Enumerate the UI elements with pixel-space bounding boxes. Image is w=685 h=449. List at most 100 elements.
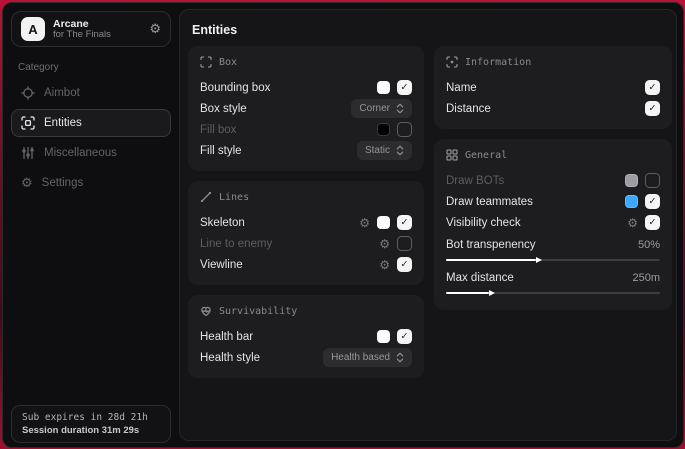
setting-row-skeleton: Skeleton ⚙ <box>200 212 412 233</box>
lines-card-header: Lines <box>200 191 412 203</box>
category-label: Category <box>18 62 179 73</box>
information-card-header: Information <box>446 56 660 68</box>
sidebar-item-settings[interactable]: ⚙ Settings <box>11 169 171 197</box>
color-swatch[interactable] <box>625 174 638 187</box>
sidebar-item-miscellaneous[interactable]: Miscellaneous <box>11 139 171 167</box>
chevrons-up-down-icon <box>396 103 404 114</box>
grid-icon <box>446 149 458 161</box>
checkbox[interactable] <box>645 194 660 209</box>
color-swatch[interactable] <box>377 330 390 343</box>
sidebar-item-entities[interactable]: Entities <box>11 109 171 137</box>
sub-expiry-text: Sub expires in 28d 21h <box>22 412 160 423</box>
app-logo: A <box>21 17 45 41</box>
gear-icon[interactable]: ⚙ <box>149 22 161 37</box>
sidebar: A Arcane for The Finals ⚙ Category Aimbo… <box>3 3 179 447</box>
slider-fill <box>446 292 489 294</box>
setting-label: Fill style <box>200 145 242 157</box>
setting-label: Bounding box <box>200 82 270 94</box>
slider-value: 250m <box>632 272 660 284</box>
gear-icon: ⚙ <box>21 177 33 190</box>
max-distance-setting: Max distance 250m <box>446 267 660 294</box>
card-title: Survivability <box>219 306 297 317</box>
checkbox[interactable] <box>397 122 412 137</box>
app-name: Arcane <box>53 18 111 30</box>
setting-row-line-to-enemy: Line to enemy ⚙ <box>200 233 412 254</box>
checkbox[interactable] <box>645 101 660 116</box>
app-subtitle: for The Finals <box>53 30 111 41</box>
setting-label: Health bar <box>200 331 253 343</box>
checkbox[interactable] <box>645 80 660 95</box>
checkbox[interactable] <box>397 80 412 95</box>
card-title: General <box>465 150 507 161</box>
color-swatch[interactable] <box>377 81 390 94</box>
app-window: A Arcane for The Finals ⚙ Category Aimbo… <box>2 2 684 448</box>
sidebar-item-label: Settings <box>42 177 84 189</box>
checkbox[interactable] <box>397 257 412 272</box>
setting-label: Visibility check <box>446 217 521 229</box>
checkbox[interactable] <box>397 329 412 344</box>
crosshair-icon <box>21 86 35 100</box>
box-corners-icon <box>200 56 212 68</box>
checkbox[interactable] <box>645 215 660 230</box>
line-icon <box>200 191 212 203</box>
setting-label: Viewline <box>200 259 243 271</box>
max-distance-slider[interactable] <box>446 292 660 294</box>
setting-label: Line to enemy <box>200 238 272 250</box>
bot-transparency-slider[interactable] <box>446 259 660 261</box>
checkbox[interactable] <box>397 215 412 230</box>
setting-row-name: Name <box>446 77 660 98</box>
setting-row-draw-teammates: Draw teammates <box>446 191 660 212</box>
setting-label: Max distance <box>446 272 514 284</box>
chevrons-up-down-icon <box>396 352 404 363</box>
page-title: Entities <box>192 23 237 37</box>
main-panel: Entities Box Bounding box <box>179 9 677 441</box>
dropdown-value: Health based <box>331 352 390 363</box>
setting-row-health-bar: Health bar <box>200 326 412 347</box>
chevrons-up-down-icon <box>396 145 404 156</box>
bot-transparency-setting: Bot transpenency 50% <box>446 234 660 261</box>
slider-thumb[interactable] <box>536 257 542 263</box>
sidebar-item-label: Entities <box>44 117 82 129</box>
color-swatch[interactable] <box>625 195 638 208</box>
slider-fill <box>446 259 536 261</box>
general-card-header: General <box>446 149 660 161</box>
box-style-dropdown[interactable]: Corner <box>351 99 412 118</box>
setting-row-distance: Distance <box>446 98 660 119</box>
sidebar-item-aimbot[interactable]: Aimbot <box>11 79 171 107</box>
subscription-info: Sub expires in 28d 21h Session duration … <box>11 405 171 443</box>
card-title: Lines <box>219 192 249 203</box>
fill-style-dropdown[interactable]: Static <box>357 141 412 160</box>
setting-row-fill-style: Fill style Static <box>200 140 412 161</box>
slider-thumb[interactable] <box>489 290 495 296</box>
scan-icon <box>21 116 35 130</box>
setting-row-bounding-box: Bounding box <box>200 77 412 98</box>
color-swatch[interactable] <box>377 123 390 136</box>
setting-label: Health style <box>200 352 260 364</box>
brand-header: A Arcane for The Finals ⚙ <box>11 11 171 47</box>
setting-row-box-style: Box style Corner <box>200 98 412 119</box>
gear-icon[interactable]: ⚙ <box>379 259 390 271</box>
gear-icon[interactable]: ⚙ <box>359 217 370 229</box>
box-card: Box Bounding box Box style Corner <box>188 46 424 171</box>
gear-icon[interactable]: ⚙ <box>379 238 390 250</box>
setting-label: Draw BOTs <box>446 175 504 187</box>
dropdown-value: Static <box>365 145 390 156</box>
sidebar-nav: Aimbot Entities Miscellaneous ⚙ Settings <box>3 79 179 197</box>
survivability-card: Survivability Health bar Health style He… <box>188 295 424 378</box>
checkbox[interactable] <box>645 173 660 188</box>
setting-row-health-style: Health style Health based <box>200 347 412 368</box>
scan-eye-icon <box>446 56 458 68</box>
lines-card: Lines Skeleton ⚙ Line to enemy ⚙ <box>188 181 424 285</box>
session-duration-text: Session duration 31m 29s <box>22 425 160 436</box>
health-style-dropdown[interactable]: Health based <box>323 348 412 367</box>
setting-label: Fill box <box>200 124 236 136</box>
setting-row-draw-bots: Draw BOTs <box>446 170 660 191</box>
box-card-header: Box <box>200 56 412 68</box>
setting-row-visibility-check: Visibility check ⚙ <box>446 212 660 233</box>
slider-value: 50% <box>638 239 660 251</box>
card-title: Information <box>465 57 531 68</box>
color-swatch[interactable] <box>377 216 390 229</box>
checkbox[interactable] <box>397 236 412 251</box>
gear-icon[interactable]: ⚙ <box>627 217 638 229</box>
sliders-icon <box>21 146 35 160</box>
